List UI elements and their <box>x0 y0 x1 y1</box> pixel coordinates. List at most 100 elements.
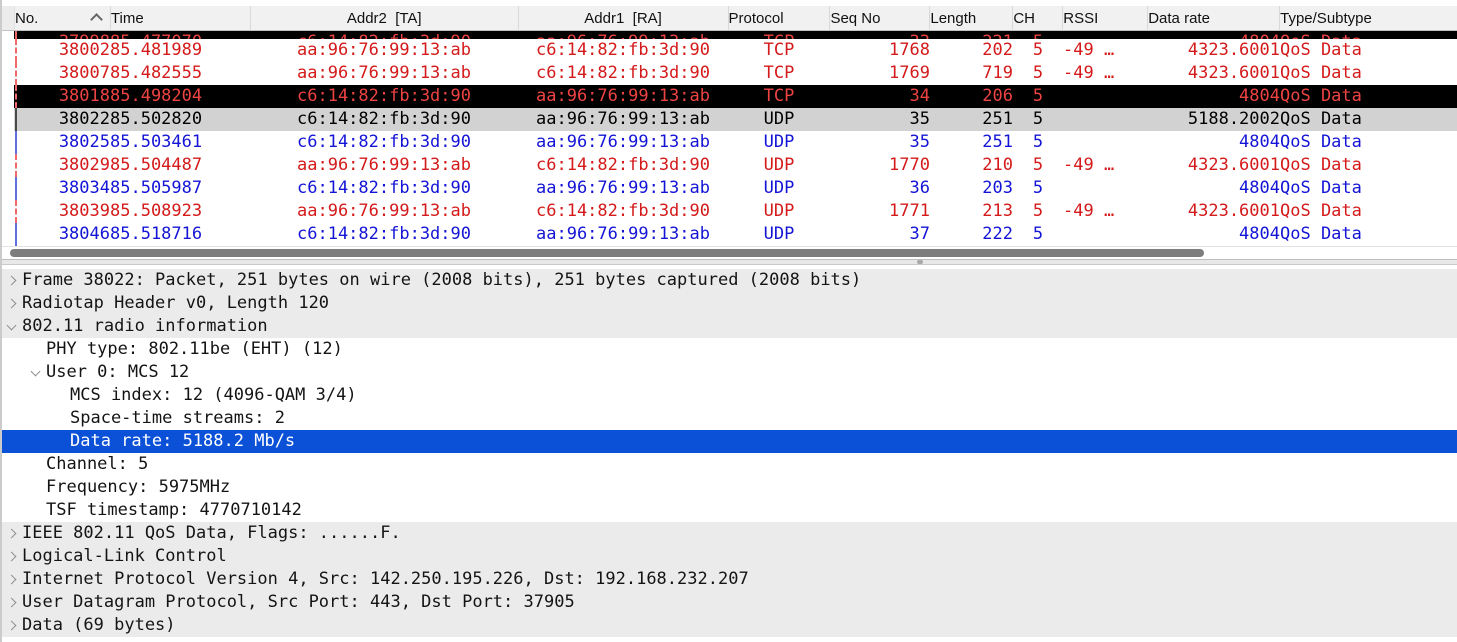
packet-row[interactable]: 3800785.482555aa:96:76:99:13:abc6:14:82:… <box>2 62 1457 85</box>
cell-rate: 4804 <box>1148 31 1280 39</box>
column-header-ch[interactable]: CH <box>1013 6 1063 30</box>
detail-row[interactable]: Logical-Link Control <box>2 545 1457 568</box>
cell-rssi <box>1063 31 1148 39</box>
detail-row[interactable]: User Datagram Protocol, Src Port: 443, D… <box>2 591 1457 614</box>
chevron-right-icon[interactable] <box>7 598 17 608</box>
cell-no: 38018 <box>14 85 110 108</box>
column-header-type[interactable]: Type/Subtype <box>1280 6 1457 30</box>
cell-addr2: c6:14:82:fb:3d:90 <box>250 177 518 200</box>
chevron-right-icon[interactable] <box>7 552 17 562</box>
column-header-length[interactable]: Length <box>930 6 1013 30</box>
cell-addr1: aa:96:76:99:13:ab <box>518 223 728 246</box>
detail-row[interactable]: Frequency: 5975MHz <box>2 476 1457 499</box>
cell-protocol: TCP <box>728 62 830 85</box>
column-header-label: Addr1 [RA] <box>584 10 662 27</box>
cell-seq: 35 <box>830 131 930 154</box>
chevron-right-icon[interactable] <box>7 276 17 286</box>
cell-time: 85.502820 <box>110 108 250 131</box>
column-header-seq[interactable]: Seq No <box>830 6 930 30</box>
cell-ch: 5 <box>1013 223 1063 246</box>
packet-row[interactable]: 3803485.505987c6:14:82:fb:3d:90aa:96:76:… <box>2 177 1457 200</box>
header-gutter <box>2 6 15 30</box>
cell-protocol: UDP <box>728 177 830 200</box>
chevron-down-icon[interactable] <box>7 321 17 331</box>
cell-ch: 5 <box>1013 108 1063 131</box>
detail-row[interactable]: Internet Protocol Version 4, Src: 142.25… <box>2 568 1457 591</box>
cell-type: QoS Data <box>1280 131 1457 154</box>
cell-time: 85.477070 <box>110 31 250 39</box>
column-header-no[interactable]: No. <box>15 6 111 30</box>
column-header-addr1[interactable]: Addr1 [RA] <box>519 6 729 30</box>
packet-list-header: No.TimeAddr2 [TA] Addr1 [RA] Protocol Seq N… <box>2 6 1457 31</box>
packet-row[interactable]: 3801885.498204c6:14:82:fb:3d:90aa:96:76:… <box>2 85 1457 108</box>
detail-row[interactable]: Data rate: 5188.2 Mb/s <box>2 430 1457 453</box>
detail-row-text: Space-time streams: 2 <box>70 407 285 430</box>
detail-row[interactable]: Space-time streams: 2 <box>2 407 1457 430</box>
cell-addr1: c6:14:82:fb:3d:90 <box>518 154 728 177</box>
cell-ch: 5 <box>1013 31 1063 39</box>
cell-ch: 5 <box>1013 200 1063 223</box>
cell-addr1: aa:96:76:99:13:ab <box>518 131 728 154</box>
cell-rssi <box>1063 177 1148 200</box>
cell-addr2: aa:96:76:99:13:ab <box>250 39 518 62</box>
cell-no: 38029 <box>14 154 110 177</box>
cell-protocol: TCP <box>728 31 830 39</box>
detail-row[interactable]: Channel: 5 <box>2 453 1457 476</box>
packet-row[interactable]: 3802585.503461c6:14:82:fb:3d:90aa:96:76:… <box>2 131 1457 154</box>
cell-protocol: UDP <box>728 154 830 177</box>
packet-list: 3799885.477070c6:14:82:fb:3d:90aa:96:76:… <box>2 31 1457 246</box>
detail-row-text: User Datagram Protocol, Src Port: 443, D… <box>22 591 575 614</box>
cell-rate: 4323.6001 <box>1148 154 1280 177</box>
column-header-label: Protocol <box>729 10 784 27</box>
detail-row-text: MCS index: 12 (4096-QAM 3/4) <box>70 384 357 407</box>
packet-row[interactable]: 3804685.518716c6:14:82:fb:3d:90aa:96:76:… <box>2 223 1457 246</box>
cell-ch: 5 <box>1013 39 1063 62</box>
chevron-right-icon[interactable] <box>7 299 17 309</box>
related-packet-indicator-line <box>15 177 17 200</box>
packet-row[interactable]: 3799885.477070c6:14:82:fb:3d:90aa:96:76:… <box>2 31 1457 39</box>
column-header-protocol[interactable]: Protocol <box>729 6 831 30</box>
chevron-down-icon[interactable] <box>31 367 41 377</box>
detail-row[interactable]: Data (69 bytes) <box>2 614 1457 637</box>
packet-row[interactable]: 3803985.508923aa:96:76:99:13:abc6:14:82:… <box>2 200 1457 223</box>
cell-rate: 4804 <box>1148 223 1280 246</box>
packet-row[interactable]: 3802285.502820c6:14:82:fb:3d:90aa:96:76:… <box>2 108 1457 131</box>
detail-row-text: Channel: 5 <box>46 453 148 476</box>
cell-no: 38025 <box>14 131 110 154</box>
detail-row[interactable]: Frame 38022: Packet, 251 bytes on wire (… <box>2 269 1457 292</box>
cell-rate: 4323.6001 <box>1148 62 1280 85</box>
related-packet-indicator-line <box>15 108 17 131</box>
detail-row[interactable]: PHY type: 802.11be (EHT) (12) <box>2 338 1457 361</box>
column-header-time[interactable]: Time <box>111 6 251 30</box>
cell-seq: 35 <box>830 108 930 131</box>
detail-row[interactable]: IEEE 802.11 QoS Data, Flags: ......F. <box>2 522 1457 545</box>
chevron-right-icon[interactable] <box>7 575 17 585</box>
detail-row[interactable]: MCS index: 12 (4096-QAM 3/4) <box>2 384 1457 407</box>
detail-row[interactable]: TSF timestamp: 4770710142 <box>2 499 1457 522</box>
cell-length: 210 <box>930 154 1013 177</box>
pane-splitter[interactable] <box>2 259 1457 265</box>
chevron-right-icon[interactable] <box>7 529 17 539</box>
cell-seq: 1769 <box>830 62 930 85</box>
cell-addr1: c6:14:82:fb:3d:90 <box>518 62 728 85</box>
packet-row-cells: 3802585.503461c6:14:82:fb:3d:90aa:96:76:… <box>14 131 1457 154</box>
horizontal-scrollbar-thumb[interactable] <box>10 249 1204 257</box>
packet-details-pane: Frame 38022: Packet, 251 bytes on wire (… <box>2 265 1457 642</box>
related-packet-gutter <box>2 39 14 62</box>
cell-time: 85.508923 <box>110 200 250 223</box>
column-header-rssi[interactable]: RSSI <box>1063 6 1148 30</box>
splitter-handle-icon <box>917 260 923 264</box>
cell-type: QoS Data <box>1280 85 1457 108</box>
column-header-addr2[interactable]: Addr2 [TA] <box>251 6 519 30</box>
column-header-rate[interactable]: Data rate <box>1148 6 1280 30</box>
horizontal-scrollbar[interactable] <box>2 246 1457 259</box>
packet-row[interactable]: 3800285.481989aa:96:76:99:13:abc6:14:82:… <box>2 39 1457 62</box>
detail-row[interactable]: 802.11 radio information <box>2 315 1457 338</box>
related-packet-indicator-line <box>15 223 17 246</box>
detail-row[interactable]: User 0: MCS 12 <box>2 361 1457 384</box>
packet-row[interactable]: 3802985.504487aa:96:76:99:13:abc6:14:82:… <box>2 154 1457 177</box>
cell-type: QoS Data <box>1280 62 1457 85</box>
cell-time: 85.504487 <box>110 154 250 177</box>
chevron-right-icon[interactable] <box>7 621 17 631</box>
detail-row[interactable]: Radiotap Header v0, Length 120 <box>2 292 1457 315</box>
